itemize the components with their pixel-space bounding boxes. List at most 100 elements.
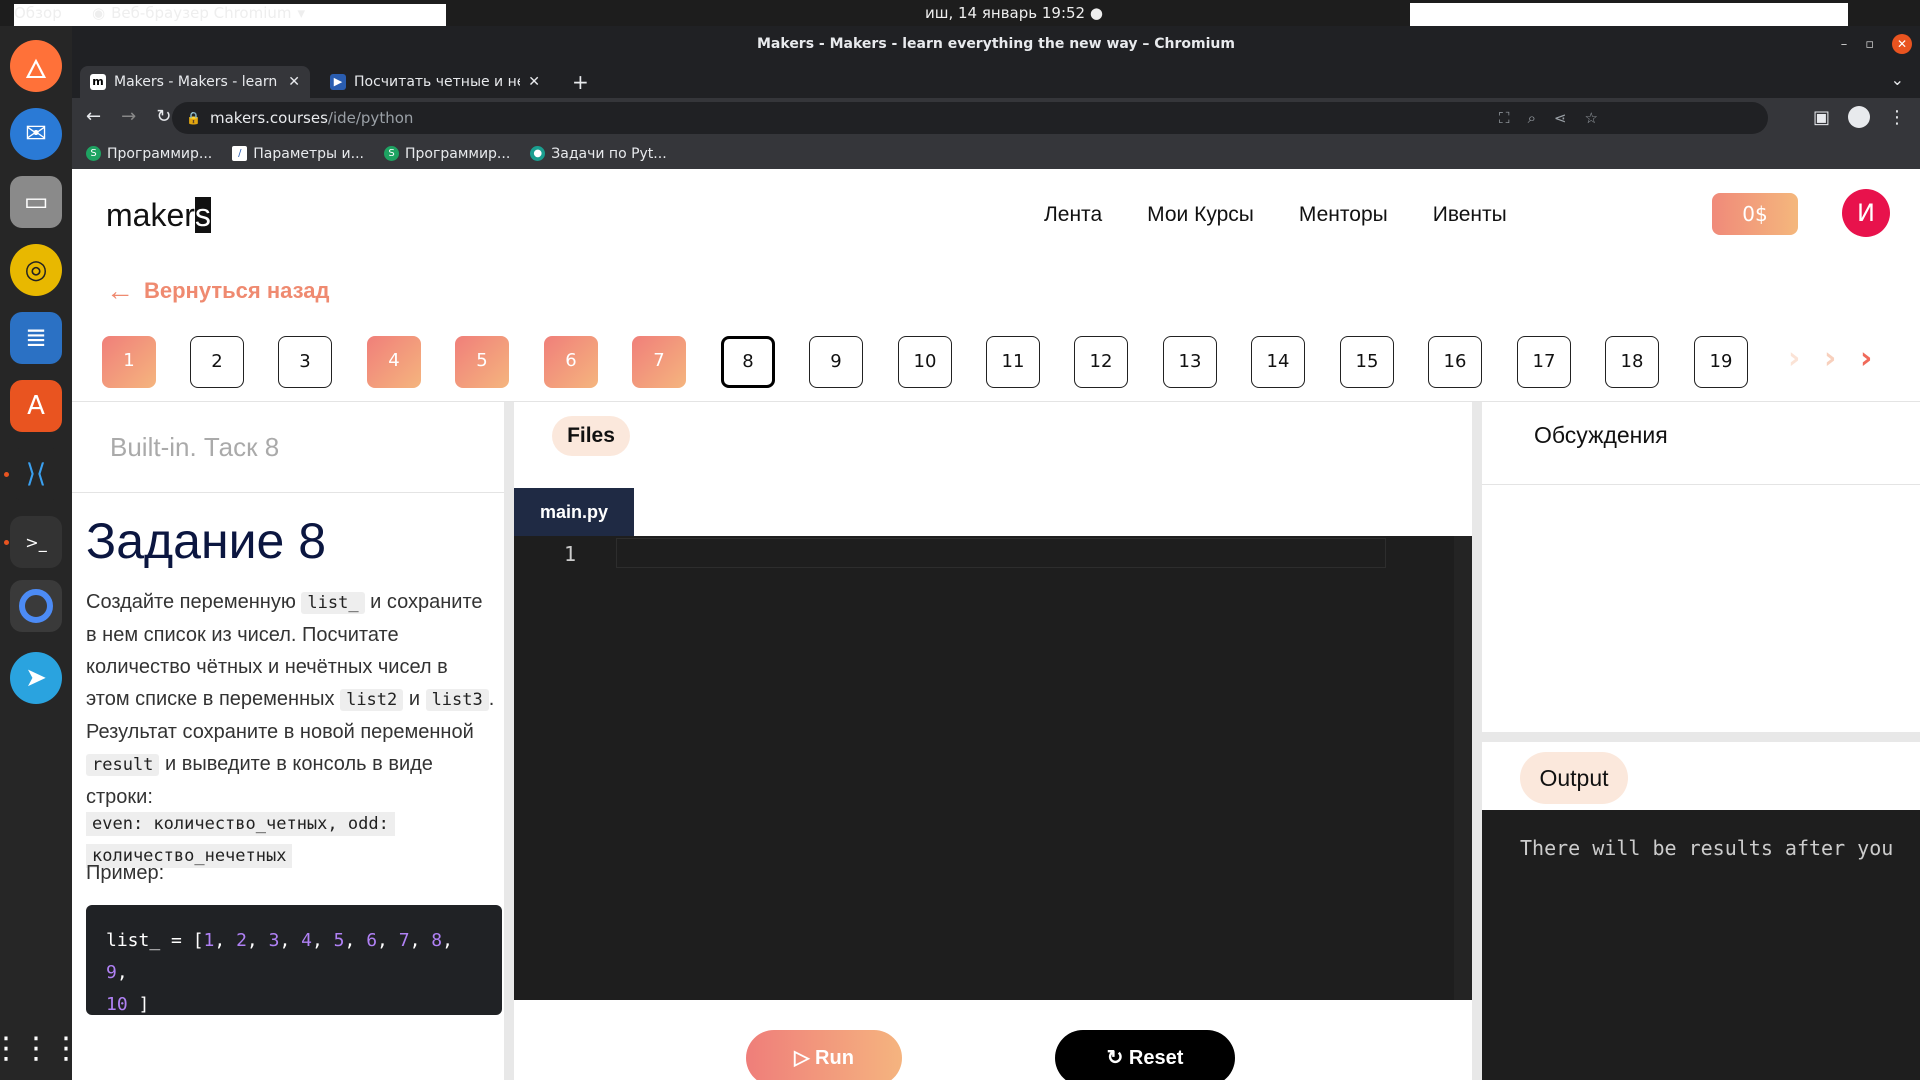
- discussions-title[interactable]: Обсуждения: [1534, 422, 1668, 449]
- tab-search-icon[interactable]: ⌄: [1891, 70, 1904, 89]
- step-3[interactable]: 3: [278, 336, 332, 388]
- app-menu-label: Веб-браузер Chromium: [111, 4, 292, 22]
- nav-my-courses[interactable]: Мои Курсы: [1147, 203, 1254, 227]
- step-6[interactable]: 6: [544, 336, 598, 388]
- browser-tab-makers[interactable]: m Makers - Makers - learn everything the…: [80, 66, 310, 98]
- steps-next-icon[interactable]: ›: [1860, 341, 1872, 376]
- chromium-dock-icon[interactable]: [10, 580, 62, 632]
- back-link-label: Вернуться назад: [144, 278, 330, 303]
- step-15[interactable]: 15: [1340, 336, 1394, 388]
- chromium-icon: ◉: [92, 4, 106, 22]
- chevron-down-icon: ▾: [297, 4, 306, 22]
- menu-icon[interactable]: ⋮: [1888, 107, 1906, 128]
- files-icon[interactable]: ▭: [10, 176, 62, 228]
- nav-mentors[interactable]: Менторы: [1299, 203, 1388, 227]
- bookmark-label: Программир...: [405, 145, 511, 162]
- step-17[interactable]: 17: [1517, 336, 1571, 388]
- bookmark-star-icon[interactable]: ☆: [1585, 102, 1598, 134]
- reset-button[interactable]: ↻ Reset: [1055, 1030, 1235, 1080]
- browser-chrome: Makers - Makers - learn everything the n…: [72, 26, 1920, 169]
- play-icon: ▷: [794, 1047, 810, 1069]
- horizontal-splitter[interactable]: [1482, 732, 1920, 742]
- step-9[interactable]: 9: [809, 336, 863, 388]
- main-nav: Лента Мои Курсы Менторы Ивенты: [1044, 203, 1507, 227]
- balance-badge[interactable]: 0$: [1712, 193, 1798, 235]
- forward-icon[interactable]: →: [121, 106, 136, 127]
- terminal-icon[interactable]: >_: [10, 516, 62, 568]
- reset-label: Reset: [1128, 1047, 1184, 1069]
- rhythmbox-icon[interactable]: ◎: [10, 244, 62, 296]
- step-1[interactable]: 1: [102, 336, 156, 388]
- software-center-icon[interactable]: A: [10, 380, 62, 432]
- telegram-icon[interactable]: ➤: [10, 652, 62, 704]
- close-icon[interactable]: ✕: [1892, 34, 1912, 54]
- thunderbird-icon[interactable]: ✉: [10, 108, 62, 160]
- user-avatar[interactable]: И: [1842, 189, 1890, 237]
- vertical-splitter[interactable]: [504, 402, 514, 1080]
- close-tab-icon[interactable]: ✕: [528, 74, 540, 90]
- address-bar[interactable]: 🔒 makers.courses/ide/python ⛶ ⌕ ⋖ ☆: [172, 102, 1768, 134]
- run-button[interactable]: ▷ Run: [746, 1030, 902, 1080]
- url-path: /ide/python: [327, 109, 414, 127]
- step-4[interactable]: 4: [367, 336, 421, 388]
- step-2[interactable]: 2: [190, 336, 244, 388]
- reload-icon[interactable]: ↻: [156, 106, 171, 127]
- task-title: Задание 8: [86, 513, 327, 569]
- step-8[interactable]: 8: [721, 336, 775, 388]
- close-tab-icon[interactable]: ✕: [288, 74, 300, 90]
- browser-tab-task[interactable]: ▶ Посчитать четные и нечетные ✕: [320, 66, 550, 98]
- step-7[interactable]: 7: [632, 336, 686, 388]
- tab-title: Посчитать четные и нечетные: [354, 74, 520, 90]
- logo-text: maker: [106, 197, 195, 233]
- back-icon[interactable]: ←: [86, 106, 101, 127]
- step-10[interactable]: 10: [898, 336, 952, 388]
- site-logo[interactable]: makers: [106, 197, 211, 234]
- code-text: ]: [127, 994, 150, 1015]
- lock-icon[interactable]: 🔒: [186, 102, 201, 134]
- bookmark-item[interactable]: S Программир...: [384, 146, 510, 162]
- code-number: 1: [203, 930, 215, 951]
- code-number: 6: [366, 930, 378, 951]
- translate-icon[interactable]: ⛶: [1499, 102, 1510, 134]
- files-button[interactable]: Files: [552, 416, 630, 456]
- code-editor[interactable]: 1: [514, 536, 1472, 1000]
- step-11[interactable]: 11: [986, 336, 1040, 388]
- zoom-icon[interactable]: ⌕: [1528, 102, 1536, 134]
- file-tab-main-py[interactable]: main.py: [514, 488, 634, 536]
- side-panel-icon[interactable]: ▣: [1813, 107, 1830, 128]
- bookmark-item[interactable]: ● Задачи по Pyt...: [530, 146, 667, 162]
- step-16[interactable]: 16: [1428, 336, 1482, 388]
- profile-avatar-icon[interactable]: [1848, 106, 1870, 128]
- output-button[interactable]: Output: [1520, 752, 1628, 804]
- output-console: There will be results after you: [1482, 810, 1920, 1080]
- nav-events[interactable]: Ивенты: [1433, 203, 1507, 227]
- window-title: Makers - Makers - learn everything the n…: [757, 36, 1235, 52]
- step-14[interactable]: 14: [1251, 336, 1305, 388]
- step-18[interactable]: 18: [1605, 336, 1659, 388]
- maximize-icon[interactable]: ▫: [1865, 37, 1874, 52]
- code-number: 4: [301, 930, 312, 951]
- new-tab-icon[interactable]: +: [572, 70, 589, 94]
- bookmark-item[interactable]: / Параметры и...: [232, 146, 364, 162]
- code-number: 2: [236, 930, 247, 951]
- nav-feed[interactable]: Лента: [1044, 203, 1102, 227]
- firefox-icon[interactable]: 🜂: [10, 40, 62, 92]
- clock[interactable]: иш, 14 январь 19:52 ●: [925, 4, 1103, 22]
- step-13[interactable]: 13: [1163, 336, 1217, 388]
- step-5[interactable]: 5: [455, 336, 509, 388]
- example-label: Пример:: [86, 862, 165, 884]
- step-12[interactable]: 12: [1074, 336, 1128, 388]
- app-menu[interactable]: ◉ Веб-браузер Chromium ▾: [92, 4, 305, 22]
- back-link[interactable]: ← Вернуться назад: [106, 275, 329, 307]
- task-subtitle: Built-in. Таск 8: [110, 432, 280, 462]
- share-icon[interactable]: ⋖: [1554, 102, 1567, 134]
- minimize-icon[interactable]: –: [1841, 37, 1848, 52]
- show-apps-icon[interactable]: ⋮⋮⋮: [0, 1022, 81, 1074]
- editor-scrollbar[interactable]: [1454, 536, 1472, 1000]
- play-favicon-icon: ▶: [330, 74, 346, 90]
- vertical-splitter[interactable]: [1472, 402, 1482, 1080]
- step-19[interactable]: 19: [1694, 336, 1748, 388]
- writer-icon[interactable]: ≣: [10, 312, 62, 364]
- vscode-icon[interactable]: ⟩⟨: [10, 448, 62, 500]
- bookmark-item[interactable]: S Программир...: [86, 146, 212, 162]
